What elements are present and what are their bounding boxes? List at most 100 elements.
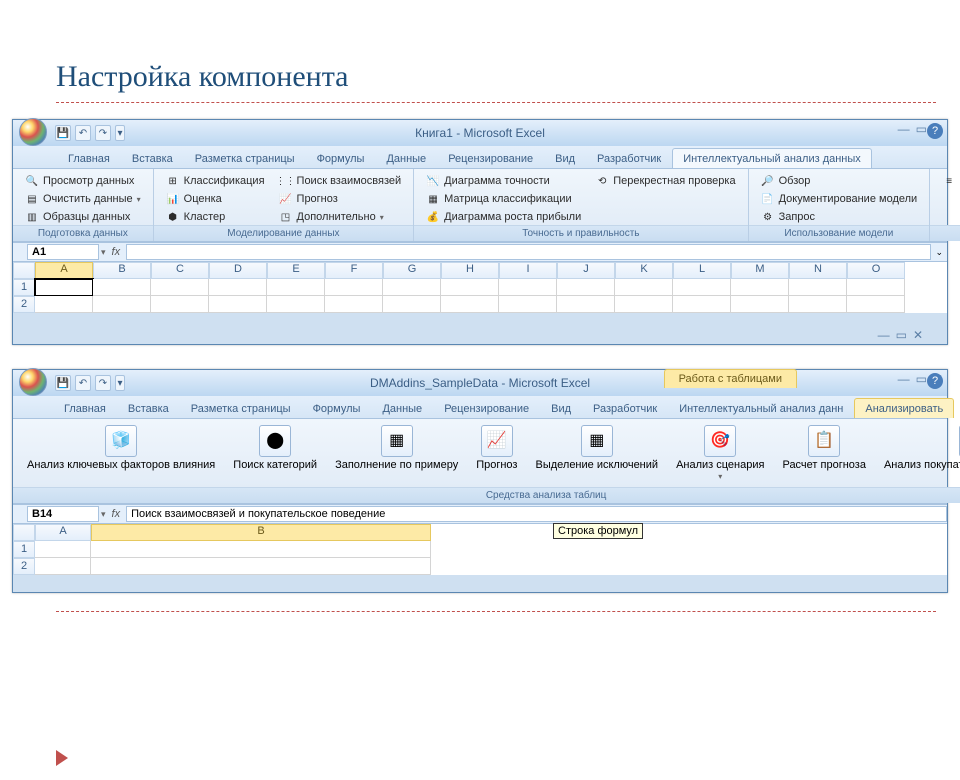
cell[interactable]: [267, 279, 325, 296]
cell[interactable]: [673, 279, 731, 296]
col-header-A[interactable]: A: [35, 262, 93, 279]
col-header-L[interactable]: L: [673, 262, 731, 279]
cell[interactable]: [847, 279, 905, 296]
col-header-F[interactable]: F: [325, 262, 383, 279]
tab-design[interactable]: Конструктор: [954, 398, 960, 418]
classify-button[interactable]: ⊞Классификация: [162, 173, 269, 189]
cell[interactable]: [557, 296, 615, 313]
col-header-E[interactable]: E: [267, 262, 325, 279]
row-header-1[interactable]: 1: [13, 541, 35, 558]
prediction-calculator-button[interactable]: 📋Расчет прогноза: [776, 423, 871, 487]
estimate-button[interactable]: 📊Оценка: [162, 191, 269, 207]
tab-datamining[interactable]: Интеллектуальный анализ данных: [672, 148, 872, 168]
associate-button[interactable]: ⋮⋮Поиск взаимосвязей: [275, 173, 406, 189]
cell[interactable]: [383, 296, 441, 313]
cell[interactable]: [93, 279, 151, 296]
detect-categories-button[interactable]: ⬤Поиск категорий: [227, 423, 323, 487]
tab-pagelayout[interactable]: Разметка страницы: [180, 398, 302, 418]
tab-formulas[interactable]: Формулы: [302, 398, 372, 418]
row-header-2[interactable]: 2: [13, 558, 35, 575]
cell[interactable]: [615, 279, 673, 296]
col-header-C[interactable]: C: [151, 262, 209, 279]
namebox-dropdown-icon[interactable]: ▾: [101, 247, 106, 258]
forecast-button[interactable]: 📈Прогноз: [275, 191, 406, 207]
col-header-B[interactable]: B: [91, 524, 431, 541]
name-box[interactable]: A1: [27, 244, 99, 260]
doc-minimize-icon[interactable]: —: [878, 328, 890, 342]
tab-data[interactable]: Данные: [375, 148, 437, 168]
tab-home[interactable]: Главная: [53, 398, 117, 418]
tab-formulas[interactable]: Формулы: [306, 148, 376, 168]
cell[interactable]: [441, 296, 499, 313]
cross-validation-button[interactable]: ⟲Перекрестная проверка: [591, 173, 739, 189]
cell[interactable]: [441, 279, 499, 296]
qat-dropdown-icon[interactable]: ▾: [115, 375, 125, 391]
cell[interactable]: [91, 541, 431, 558]
formula-bar[interactable]: [126, 244, 931, 260]
class-matrix-button[interactable]: ▦Матрица классификации: [422, 191, 585, 207]
tab-developer[interactable]: Разработчик: [582, 398, 668, 418]
cell[interactable]: [615, 296, 673, 313]
key-influencers-button[interactable]: 🧊Анализ ключевых факторов влияния: [21, 423, 221, 487]
name-box[interactable]: B14: [27, 506, 99, 522]
save-icon[interactable]: 💾: [55, 125, 71, 141]
cell[interactable]: [35, 541, 91, 558]
tab-pagelayout[interactable]: Разметка страницы: [184, 148, 306, 168]
sample-data-button[interactable]: ▥Образцы данных: [21, 209, 145, 225]
doc-close-icon[interactable]: ✕: [913, 328, 923, 342]
cell[interactable]: [35, 296, 93, 313]
fx-icon[interactable]: fx: [112, 246, 121, 258]
cell[interactable]: [35, 558, 91, 575]
tab-view[interactable]: Вид: [544, 148, 586, 168]
highlight-exceptions-button[interactable]: ▦Выделение исключений: [529, 423, 664, 487]
col-header-A[interactable]: A: [35, 524, 91, 541]
cell[interactable]: [91, 558, 431, 575]
cell[interactable]: [499, 279, 557, 296]
cell[interactable]: [673, 296, 731, 313]
cell[interactable]: [325, 279, 383, 296]
explore-data-button[interactable]: 🔍Просмотр данных: [21, 173, 145, 189]
col-header-D[interactable]: D: [209, 262, 267, 279]
col-header-K[interactable]: K: [615, 262, 673, 279]
clean-data-button[interactable]: ▤Очистить данные: [21, 191, 145, 207]
document-model-button[interactable]: 📄Документирование модели: [757, 191, 922, 207]
tab-insert[interactable]: Вставка: [117, 398, 180, 418]
tab-review[interactable]: Рецензирование: [433, 398, 540, 418]
cell[interactable]: [731, 296, 789, 313]
tab-home[interactable]: Главная: [57, 148, 121, 168]
cell[interactable]: [209, 279, 267, 296]
row-header-2[interactable]: 2: [13, 296, 35, 313]
cell[interactable]: [499, 296, 557, 313]
query-button[interactable]: ⚙Запрос: [757, 209, 922, 225]
cell-A1[interactable]: [35, 279, 93, 296]
cell[interactable]: [789, 296, 847, 313]
cell[interactable]: [267, 296, 325, 313]
undo-icon[interactable]: ↶: [75, 125, 91, 141]
restore-icon[interactable]: ▭: [916, 122, 927, 136]
redo-icon[interactable]: ↷: [95, 125, 111, 141]
tab-view[interactable]: Вид: [540, 398, 582, 418]
browse-button[interactable]: 🔎Обзор: [757, 173, 922, 189]
restore-icon[interactable]: ▭: [916, 372, 927, 386]
help-icon[interactable]: ?: [927, 123, 943, 139]
col-header-H[interactable]: H: [441, 262, 499, 279]
select-all-corner[interactable]: [13, 262, 35, 279]
doc-restore-icon[interactable]: ▭: [896, 328, 907, 342]
shopping-basket-button[interactable]: 🛒Анализ покупательского поведения: [878, 423, 960, 487]
row-header-1[interactable]: 1: [13, 279, 35, 296]
help-icon[interactable]: ?: [927, 373, 943, 389]
manage-models-button[interactable]: ≡Управление: [938, 173, 960, 189]
save-icon[interactable]: 💾: [55, 375, 71, 391]
slide-nav-icon[interactable]: [56, 750, 68, 766]
forecast-button[interactable]: 📈Прогноз: [470, 423, 523, 487]
select-all-corner[interactable]: [13, 524, 35, 541]
cell[interactable]: [789, 279, 847, 296]
tab-insert[interactable]: Вставка: [121, 148, 184, 168]
fill-from-example-button[interactable]: ▦Заполнение по примеру: [329, 423, 464, 487]
cell[interactable]: [557, 279, 615, 296]
namebox-dropdown-icon[interactable]: ▾: [101, 509, 106, 520]
col-header-N[interactable]: N: [789, 262, 847, 279]
col-header-M[interactable]: M: [731, 262, 789, 279]
cell[interactable]: [731, 279, 789, 296]
col-header-I[interactable]: I: [499, 262, 557, 279]
